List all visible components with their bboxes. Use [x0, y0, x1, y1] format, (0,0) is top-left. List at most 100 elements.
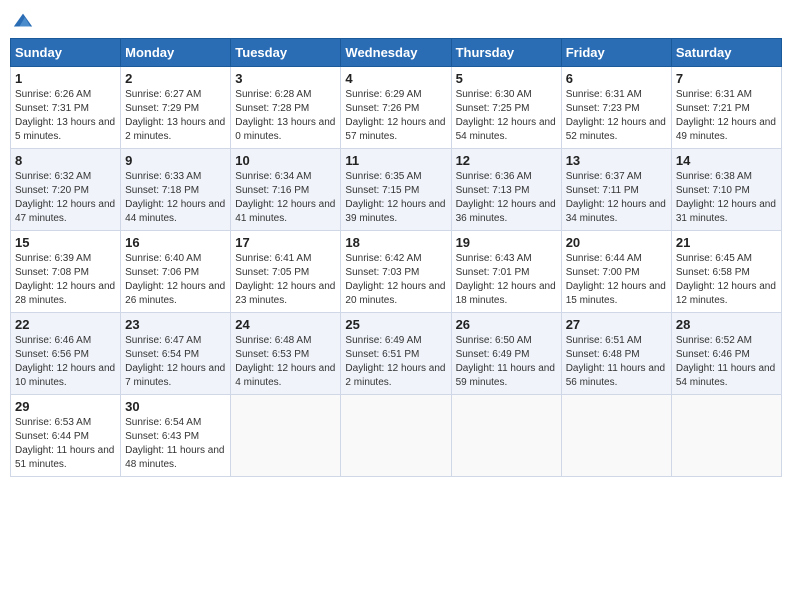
calendar-cell: 22 Sunrise: 6:46 AM Sunset: 6:56 PM Dayl… [11, 313, 121, 395]
sunrise-text: Sunrise: 6:46 AM [15, 335, 91, 346]
sunset-text: Sunset: 6:56 PM [15, 349, 89, 360]
day-number: 9 [125, 153, 226, 168]
sunset-text: Sunset: 6:43 PM [125, 431, 199, 442]
day-number: 30 [125, 399, 226, 414]
sunrise-text: Sunrise: 6:45 AM [676, 253, 752, 264]
sunrise-text: Sunrise: 6:52 AM [676, 335, 752, 346]
header-wednesday: Wednesday [341, 39, 451, 67]
daylight-text: Daylight: 12 hours and 20 minutes. [345, 281, 445, 306]
calendar-cell: 7 Sunrise: 6:31 AM Sunset: 7:21 PM Dayli… [671, 67, 781, 149]
sunrise-text: Sunrise: 6:41 AM [235, 253, 311, 264]
sunset-text: Sunset: 7:11 PM [566, 185, 639, 196]
sunrise-text: Sunrise: 6:31 AM [566, 89, 642, 100]
day-number: 26 [456, 317, 557, 332]
day-number: 19 [456, 235, 557, 250]
sunrise-text: Sunrise: 6:26 AM [15, 89, 91, 100]
sunset-text: Sunset: 7:31 PM [15, 103, 89, 114]
day-number: 29 [15, 399, 116, 414]
day-number: 25 [345, 317, 446, 332]
daylight-text: Daylight: 12 hours and 57 minutes. [345, 117, 445, 142]
day-number: 3 [235, 71, 336, 86]
sunset-text: Sunset: 7:00 PM [566, 267, 640, 278]
calendar-cell: 29 Sunrise: 6:53 AM Sunset: 6:44 PM Dayl… [11, 395, 121, 477]
calendar-cell: 2 Sunrise: 6:27 AM Sunset: 7:29 PM Dayli… [121, 67, 231, 149]
daylight-text: Daylight: 13 hours and 2 minutes. [125, 117, 225, 142]
sunset-text: Sunset: 7:21 PM [676, 103, 750, 114]
header-monday: Monday [121, 39, 231, 67]
sunset-text: Sunset: 7:29 PM [125, 103, 199, 114]
logo [10, 10, 34, 32]
page-header [10, 10, 782, 32]
daylight-text: Daylight: 12 hours and 31 minutes. [676, 199, 776, 224]
daylight-text: Daylight: 12 hours and 15 minutes. [566, 281, 666, 306]
logo-icon [12, 10, 34, 32]
daylight-text: Daylight: 12 hours and 44 minutes. [125, 199, 225, 224]
calendar-week-row: 1 Sunrise: 6:26 AM Sunset: 7:31 PM Dayli… [11, 67, 782, 149]
sunrise-text: Sunrise: 6:49 AM [345, 335, 421, 346]
sunset-text: Sunset: 7:26 PM [345, 103, 419, 114]
sunrise-text: Sunrise: 6:28 AM [235, 89, 311, 100]
sunrise-text: Sunrise: 6:32 AM [15, 171, 91, 182]
day-number: 2 [125, 71, 226, 86]
daylight-text: Daylight: 13 hours and 5 minutes. [15, 117, 115, 142]
calendar-cell [451, 395, 561, 477]
calendar-cell [231, 395, 341, 477]
daylight-text: Daylight: 12 hours and 12 minutes. [676, 281, 776, 306]
sunset-text: Sunset: 7:15 PM [345, 185, 419, 196]
daylight-text: Daylight: 12 hours and 34 minutes. [566, 199, 666, 224]
calendar-cell [671, 395, 781, 477]
day-number: 20 [566, 235, 667, 250]
day-number: 5 [456, 71, 557, 86]
calendar-cell: 30 Sunrise: 6:54 AM Sunset: 6:43 PM Dayl… [121, 395, 231, 477]
sunset-text: Sunset: 6:44 PM [15, 431, 89, 442]
sunrise-text: Sunrise: 6:27 AM [125, 89, 201, 100]
daylight-text: Daylight: 11 hours and 54 minutes. [676, 363, 775, 388]
day-number: 7 [676, 71, 777, 86]
day-number: 10 [235, 153, 336, 168]
sunset-text: Sunset: 6:46 PM [676, 349, 750, 360]
calendar-cell: 9 Sunrise: 6:33 AM Sunset: 7:18 PM Dayli… [121, 149, 231, 231]
sunset-text: Sunset: 7:06 PM [125, 267, 199, 278]
sunrise-text: Sunrise: 6:30 AM [456, 89, 532, 100]
sunset-text: Sunset: 7:05 PM [235, 267, 309, 278]
calendar-cell: 27 Sunrise: 6:51 AM Sunset: 6:48 PM Dayl… [561, 313, 671, 395]
calendar-week-row: 22 Sunrise: 6:46 AM Sunset: 6:56 PM Dayl… [11, 313, 782, 395]
calendar-cell: 4 Sunrise: 6:29 AM Sunset: 7:26 PM Dayli… [341, 67, 451, 149]
daylight-text: Daylight: 12 hours and 36 minutes. [456, 199, 556, 224]
sunrise-text: Sunrise: 6:47 AM [125, 335, 201, 346]
daylight-text: Daylight: 12 hours and 39 minutes. [345, 199, 445, 224]
sunrise-text: Sunrise: 6:44 AM [566, 253, 642, 264]
sunset-text: Sunset: 7:23 PM [566, 103, 640, 114]
daylight-text: Daylight: 12 hours and 47 minutes. [15, 199, 115, 224]
calendar-week-row: 29 Sunrise: 6:53 AM Sunset: 6:44 PM Dayl… [11, 395, 782, 477]
calendar-cell: 10 Sunrise: 6:34 AM Sunset: 7:16 PM Dayl… [231, 149, 341, 231]
header-sunday: Sunday [11, 39, 121, 67]
sunset-text: Sunset: 7:03 PM [345, 267, 419, 278]
calendar-cell: 25 Sunrise: 6:49 AM Sunset: 6:51 PM Dayl… [341, 313, 451, 395]
sunset-text: Sunset: 6:53 PM [235, 349, 309, 360]
calendar-cell: 6 Sunrise: 6:31 AM Sunset: 7:23 PM Dayli… [561, 67, 671, 149]
header-tuesday: Tuesday [231, 39, 341, 67]
sunrise-text: Sunrise: 6:48 AM [235, 335, 311, 346]
day-number: 12 [456, 153, 557, 168]
sunrise-text: Sunrise: 6:37 AM [566, 171, 642, 182]
daylight-text: Daylight: 12 hours and 23 minutes. [235, 281, 335, 306]
day-number: 11 [345, 153, 446, 168]
sunset-text: Sunset: 6:49 PM [456, 349, 530, 360]
daylight-text: Daylight: 12 hours and 41 minutes. [235, 199, 335, 224]
sunrise-text: Sunrise: 6:50 AM [456, 335, 532, 346]
daylight-text: Daylight: 11 hours and 59 minutes. [456, 363, 555, 388]
calendar-week-row: 8 Sunrise: 6:32 AM Sunset: 7:20 PM Dayli… [11, 149, 782, 231]
header-thursday: Thursday [451, 39, 561, 67]
weekday-header-row: Sunday Monday Tuesday Wednesday Thursday… [11, 39, 782, 67]
sunrise-text: Sunrise: 6:39 AM [15, 253, 91, 264]
sunrise-text: Sunrise: 6:53 AM [15, 417, 91, 428]
calendar-cell: 17 Sunrise: 6:41 AM Sunset: 7:05 PM Dayl… [231, 231, 341, 313]
daylight-text: Daylight: 12 hours and 10 minutes. [15, 363, 115, 388]
calendar-cell [341, 395, 451, 477]
daylight-text: Daylight: 12 hours and 49 minutes. [676, 117, 776, 142]
sunset-text: Sunset: 7:10 PM [676, 185, 750, 196]
sunrise-text: Sunrise: 6:51 AM [566, 335, 642, 346]
calendar-week-row: 15 Sunrise: 6:39 AM Sunset: 7:08 PM Dayl… [11, 231, 782, 313]
calendar-cell: 8 Sunrise: 6:32 AM Sunset: 7:20 PM Dayli… [11, 149, 121, 231]
